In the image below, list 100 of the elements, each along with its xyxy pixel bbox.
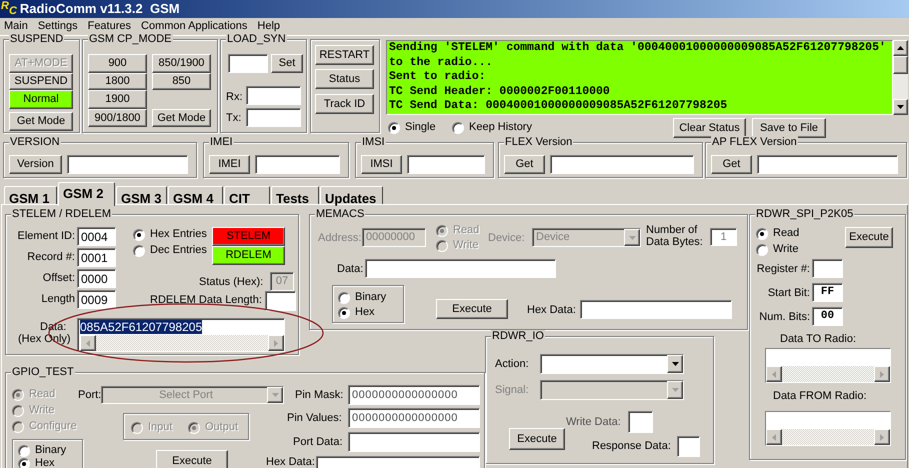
dropdown-field[interactable] <box>540 354 684 374</box>
text-field[interactable] <box>757 155 898 174</box>
button[interactable]: 1800 <box>88 73 147 90</box>
button[interactable]: Get Mode <box>152 109 211 127</box>
text-field[interactable]: 1 <box>710 228 737 246</box>
menu-item[interactable]: Features <box>88 18 132 35</box>
tab[interactable]: GSM 3 <box>116 186 167 204</box>
menu-item[interactable]: Help <box>257 18 280 35</box>
button[interactable]: Get <box>711 155 752 174</box>
vertical-scrollbar[interactable] <box>893 40 908 115</box>
field-label: RDELEM Data Length: <box>150 294 262 307</box>
menu-item[interactable]: Common Applications <box>141 18 248 35</box>
radio-option[interactable]: Read <box>756 227 800 240</box>
horizontal-scrollbar[interactable] <box>766 429 890 445</box>
radio-option[interactable]: Binary <box>18 444 66 457</box>
button[interactable]: Set <box>271 54 303 73</box>
button[interactable]: Execute <box>845 227 893 248</box>
log-line: to the radio... <box>389 56 494 70</box>
field-label: Length <box>40 293 75 306</box>
tab[interactable]: GSM 2 <box>58 182 115 206</box>
data-field[interactable]: 085A52F61207798205 <box>77 318 285 352</box>
text-field[interactable]: 0000 <box>77 269 116 288</box>
scroll-left-icon[interactable] <box>80 335 96 351</box>
scroll-right-icon[interactable] <box>874 429 890 445</box>
text-field[interactable] <box>765 348 891 383</box>
text-field[interactable] <box>365 259 556 278</box>
button[interactable]: 850/1900 <box>152 54 211 73</box>
tab[interactable]: Updates <box>320 186 383 204</box>
scroll-up-icon[interactable] <box>893 40 908 56</box>
tab[interactable]: Tests <box>271 186 319 204</box>
field-label: Signal: <box>495 384 529 397</box>
button[interactable]: Execute <box>436 299 508 319</box>
button[interactable]: Get Mode <box>9 112 73 131</box>
text-field[interactable] <box>246 108 301 127</box>
button[interactable]: Get <box>504 155 545 174</box>
radio-option[interactable]: Keep History <box>452 121 532 134</box>
group-title: LOAD_SYN <box>226 33 287 46</box>
scroll-thumb[interactable] <box>893 56 908 74</box>
text-field[interactable]: 0001 <box>77 248 116 267</box>
menu-item[interactable]: Settings <box>38 18 78 35</box>
field-label: Write Data: <box>566 416 621 429</box>
radio-option[interactable]: Dec Entries <box>133 244 207 257</box>
text-field[interactable]: 00 <box>812 307 843 326</box>
menu-item[interactable]: Main <box>4 18 28 35</box>
text-field[interactable] <box>580 300 732 319</box>
button[interactable]: Track ID <box>315 94 374 114</box>
text-field[interactable] <box>246 86 301 105</box>
horizontal-scrollbar[interactable] <box>80 335 284 351</box>
tab[interactable]: CIT <box>224 186 270 204</box>
text-field[interactable] <box>628 411 653 433</box>
button[interactable]: Normal <box>9 90 73 109</box>
button[interactable]: Status <box>315 69 374 89</box>
button[interactable]: RESTART <box>315 45 374 65</box>
text-field[interactable] <box>316 456 480 468</box>
button[interactable]: SUSPEND <box>9 73 73 90</box>
text-field[interactable] <box>348 432 480 452</box>
button[interactable]: IMEI <box>209 155 250 174</box>
text-field[interactable] <box>765 411 891 446</box>
scroll-down-icon[interactable] <box>893 99 908 115</box>
field-label: Device: <box>488 232 525 245</box>
radio-option[interactable]: Hex Entries <box>133 228 207 241</box>
button[interactable]: Execute <box>156 450 228 468</box>
text-field[interactable]: 0000000000000000 <box>348 408 480 428</box>
radio-option[interactable]: Write <box>756 243 798 256</box>
text-field[interactable] <box>255 155 340 174</box>
scroll-left-icon[interactable] <box>766 366 782 382</box>
tab[interactable]: GSM 1 <box>4 186 57 204</box>
button[interactable]: Save to File <box>752 118 826 138</box>
radio-option[interactable]: Binary <box>338 291 386 304</box>
text-field[interactable] <box>550 155 694 174</box>
button[interactable]: IMSI <box>361 155 402 174</box>
text-field[interactable]: 0000000000000000 <box>348 385 480 405</box>
text-field[interactable] <box>677 436 700 457</box>
scroll-left-icon[interactable] <box>766 429 782 445</box>
tab[interactable]: GSM 4 <box>168 186 223 204</box>
text-field[interactable]: 0004 <box>77 227 116 246</box>
radio-option[interactable]: Single <box>388 121 436 134</box>
button[interactable]: Execute <box>509 428 565 450</box>
text-field[interactable] <box>228 54 268 73</box>
button[interactable]: 900/1800 <box>88 109 147 127</box>
field-label: Pin Mask: <box>295 389 344 402</box>
text-field[interactable] <box>407 155 485 174</box>
text-field[interactable] <box>67 155 188 174</box>
button[interactable]: 850 <box>152 73 211 90</box>
button[interactable]: Clear Status <box>673 118 746 138</box>
button[interactable]: STELEM <box>212 227 285 246</box>
text-field[interactable]: 0009 <box>77 290 116 309</box>
button[interactable]: RDELEM <box>212 246 285 265</box>
scroll-right-icon[interactable] <box>268 335 284 351</box>
text-field[interactable] <box>265 291 296 311</box>
text-field[interactable] <box>812 259 843 278</box>
button[interactable]: 900 <box>88 54 147 73</box>
field-label: Rx: <box>226 91 242 104</box>
text-field[interactable]: FF <box>812 283 843 302</box>
scroll-right-icon[interactable] <box>874 366 890 382</box>
horizontal-scrollbar[interactable] <box>766 366 890 382</box>
radio-option[interactable]: Hex <box>18 457 55 468</box>
radio-option[interactable]: Hex <box>338 306 375 319</box>
button[interactable]: Version <box>9 155 62 174</box>
button[interactable]: 1900 <box>88 90 147 109</box>
